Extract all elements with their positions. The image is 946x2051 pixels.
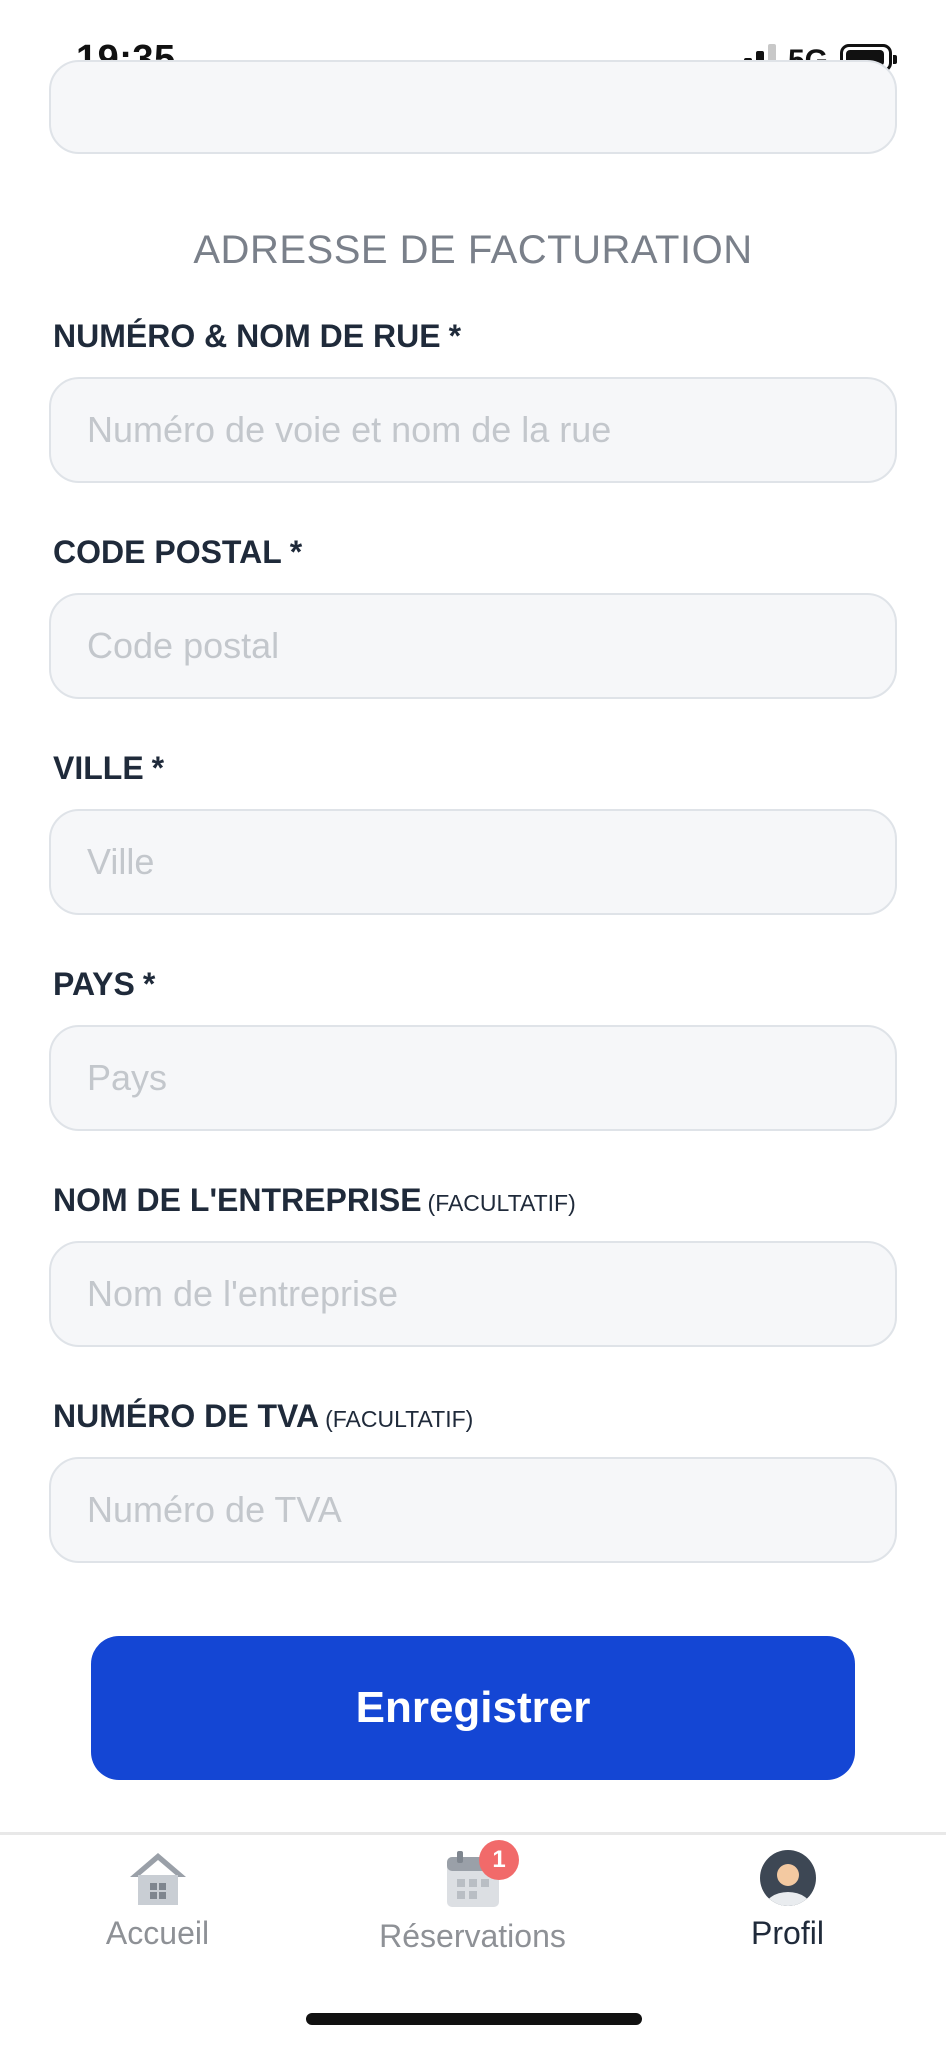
postal-code-input[interactable] — [49, 593, 897, 699]
home-indicator — [306, 2013, 642, 2025]
tab-profil[interactable]: Profil — [630, 1835, 945, 2025]
country-label: PAYS * — [53, 966, 156, 1002]
reservations-badge: 1 — [479, 1840, 519, 1880]
city-input[interactable] — [49, 809, 897, 915]
company-input[interactable] — [49, 1241, 897, 1347]
vat-label: NUMÉRO DE TVA (FACULTATIF) — [53, 1398, 474, 1434]
postal-code-label: CODE POSTAL * — [53, 534, 303, 570]
vat-input[interactable] — [49, 1457, 897, 1563]
tab-profil-label: Profil — [751, 1915, 824, 1951]
city-label: VILLE * — [53, 750, 165, 786]
tab-reservations[interactable]: 1 Réservations — [315, 1835, 630, 2025]
tab-accueil-label: Accueil — [105, 1915, 210, 1951]
country-input[interactable] — [49, 1025, 897, 1131]
street-label: NUMÉRO & NOM DE RUE * — [53, 318, 462, 354]
save-button[interactable]: Enregistrer — [91, 1636, 855, 1780]
tab-reservations-label: Réservations — [379, 1918, 566, 1954]
street-input[interactable] — [49, 377, 897, 483]
home-icon — [130, 1853, 186, 1905]
previous-field[interactable] — [49, 60, 897, 154]
section-title: ADRESSE DE FACTURATION — [193, 228, 753, 272]
avatar-icon — [760, 1850, 816, 1906]
tab-accueil[interactable]: Accueil — [0, 1835, 315, 2025]
company-label: NOM DE L'ENTREPRISE (FACULTATIF) — [53, 1182, 576, 1218]
